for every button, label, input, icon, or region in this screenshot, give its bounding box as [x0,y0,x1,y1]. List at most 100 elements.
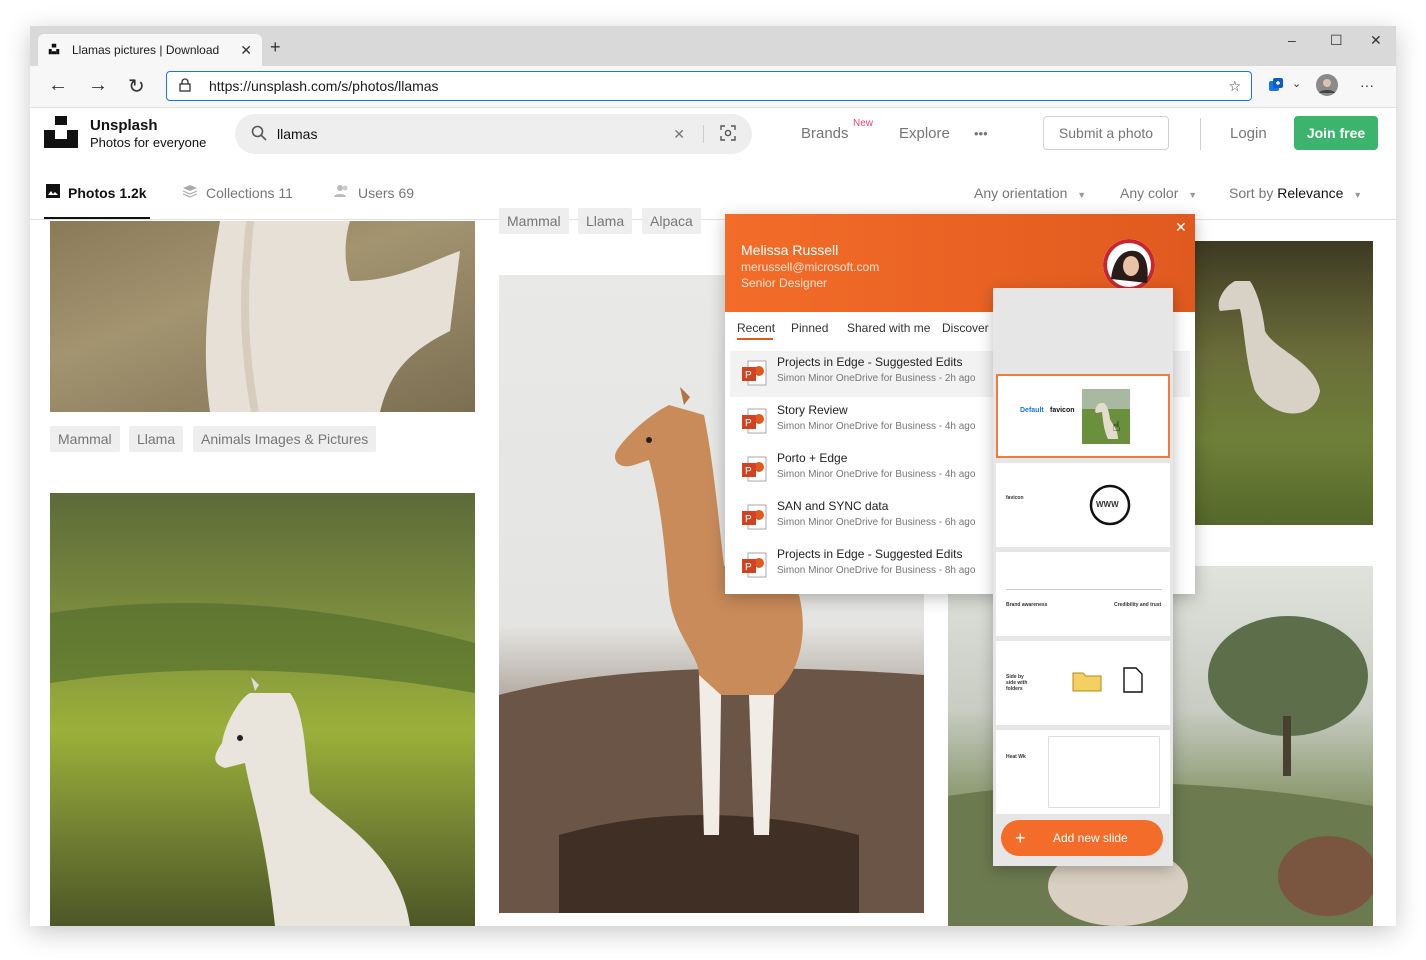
minimize-button[interactable]: – [1288,32,1296,48]
sort-filter[interactable]: Sort by Relevance ▼ [1229,185,1362,201]
tab-title: Llamas pictures | Download [72,43,220,57]
tag-chip[interactable]: Mammal [50,426,120,452]
chevron-down-icon: ▼ [1188,190,1198,200]
explore-link[interactable]: Explore [899,125,950,142]
slide-thumbnail-1[interactable]: Default favicon ☝ [996,374,1170,458]
tag-chip[interactable]: Llama [578,208,633,234]
brand-tagline: Photos for everyone [90,135,207,150]
llama-photo-2[interactable] [50,493,475,926]
llama-photo-4[interactable] [1195,241,1373,525]
back-button[interactable]: ← [48,74,68,97]
collections-extension-icon[interactable] [1268,77,1284,96]
color-filter-label: Any color [1120,185,1179,201]
tab-photos-label: Photos 1.2k [68,184,147,201]
white-alpaca-illustration [50,603,475,926]
popup-tab-discover[interactable]: Discover [942,321,989,335]
search-divider [703,125,704,143]
address-bar[interactable]: https://unsplash.com/s/photos/llamas ☆ [166,71,1252,101]
file-title: Story Review [777,403,848,417]
svg-text:P: P [745,562,752,573]
file-meta: Simon Minor OneDrive for Business - 4h a… [777,469,976,480]
settings-more-button[interactable]: ··· [1360,77,1374,93]
slide-right-heading: Credibility and trust [1114,602,1162,608]
user-role: Senior Designer [741,276,828,290]
slide-title-b: favicon [1050,407,1075,414]
tab-collections-label: Collections 11 [206,184,293,201]
unsplash-logo-icon[interactable] [44,116,78,148]
file-meta: Simon Minor OneDrive for Business - 8h a… [777,565,976,576]
orientation-filter-label: Any orientation [974,185,1068,201]
join-free-button[interactable]: Join free [1294,116,1378,150]
file-title: Projects in Edge - Suggested Edits [777,355,963,369]
close-window-button[interactable]: ✕ [1370,32,1382,49]
color-filter[interactable]: Any color ▼ [1120,185,1197,201]
user-name: Melissa Russell [741,242,839,258]
slide-divider-line [1006,589,1162,590]
slide-left-heading: Brand awareness [1006,602,1048,608]
sort-prefix: Sort by [1229,185,1274,201]
unsplash-favicon-icon [48,43,62,57]
collections-icon [182,184,198,201]
maximize-button[interactable]: ☐ [1330,32,1343,49]
alpaca-field-illustration [1218,281,1320,414]
svg-text:P: P [745,370,752,381]
tab-close-icon[interactable]: ✕ [240,42,252,59]
brands-link[interactable]: Brands [801,125,849,142]
login-link[interactable]: Login [1230,125,1267,142]
chevron-down-icon[interactable]: ⌄ [1292,77,1301,90]
more-nav-button[interactable]: ••• [974,126,988,141]
new-badge: New [853,118,874,129]
brand-name[interactable]: Unsplash [90,117,158,134]
file-meta: Simon Minor OneDrive for Business - 2h a… [777,373,976,384]
popup-tab-shared[interactable]: Shared with me [847,321,930,335]
forward-button[interactable]: → [88,74,108,97]
tag-chip[interactable]: Mammal [499,208,569,234]
plus-icon: + [1015,827,1026,848]
url-text[interactable]: https://unsplash.com/s/photos/llamas [209,78,1228,94]
tab-collections[interactable]: Collections 11 [182,184,293,201]
file-title: Porto + Edge [777,451,848,465]
profile-avatar[interactable] [1316,74,1338,99]
file-meta: Simon Minor OneDrive for Business - 6h a… [777,517,976,528]
slide-thumbnail-panel: Default favicon ☝ favicon WWW Brand awar… [993,288,1173,866]
slide-content-box [1048,736,1160,808]
tab-users[interactable]: Users 69 [334,184,414,201]
favorite-star-icon[interactable]: ☆ [1228,78,1241,95]
search-icon [251,125,267,144]
llama-fur-illustration [205,221,460,412]
hand-cursor-icon: ☝ [1112,418,1121,434]
slide-thumbnail-5[interactable]: Heat Wk [996,730,1170,814]
header-divider [1200,118,1201,150]
new-tab-button[interactable]: + [270,37,281,58]
slide-title: Heat Wk [1006,754,1026,760]
submit-photo-button[interactable]: Submit a photo [1043,116,1169,150]
search-tabs: Photos 1.2k Collections 11 Users 69 Any … [30,166,1396,220]
tag-chip[interactable]: Alpaca [642,208,701,234]
powerpoint-file-icon: P [742,456,767,482]
svg-text:P: P [745,466,752,477]
tab-photos[interactable]: Photos 1.2k [46,184,147,201]
popup-close-icon[interactable]: ✕ [1175,219,1187,236]
visual-search-icon[interactable] [720,124,736,144]
add-new-slide-button[interactable]: + Add new slide [1001,820,1163,856]
slide-thumbnail-2[interactable]: favicon WWW [996,463,1170,547]
tab-strip: Llamas pictures | Download ✕ + – ☐ ✕ [30,26,1396,66]
popup-tab-pinned[interactable]: Pinned [791,321,828,335]
file-meta: Simon Minor OneDrive for Business - 4h a… [777,421,976,432]
folder-icon [1072,672,1102,692]
orientation-filter[interactable]: Any orientation ▼ [974,185,1086,201]
popup-tab-recent[interactable]: Recent [737,321,775,335]
slide-thumbnail-4[interactable]: Side by side with folders [996,641,1170,725]
chevron-down-icon: ▼ [1077,190,1087,200]
browser-tab[interactable]: Llamas pictures | Download ✕ [38,34,262,66]
refresh-button[interactable]: ↻ [128,74,145,99]
tag-chip[interactable]: Animals Images & Pictures [193,426,377,452]
search-input[interactable]: llamas [277,126,673,142]
svg-text:P: P [745,514,752,525]
powerpoint-file-icon: P [742,552,767,578]
clear-search-icon[interactable]: ✕ [673,126,685,143]
llama-photo-1[interactable] [50,221,475,412]
tag-chip[interactable]: Llama [129,426,184,452]
search-bar[interactable]: llamas ✕ [235,114,752,154]
slide-thumbnail-3[interactable]: Brand awareness Credibility and trust [996,552,1170,636]
